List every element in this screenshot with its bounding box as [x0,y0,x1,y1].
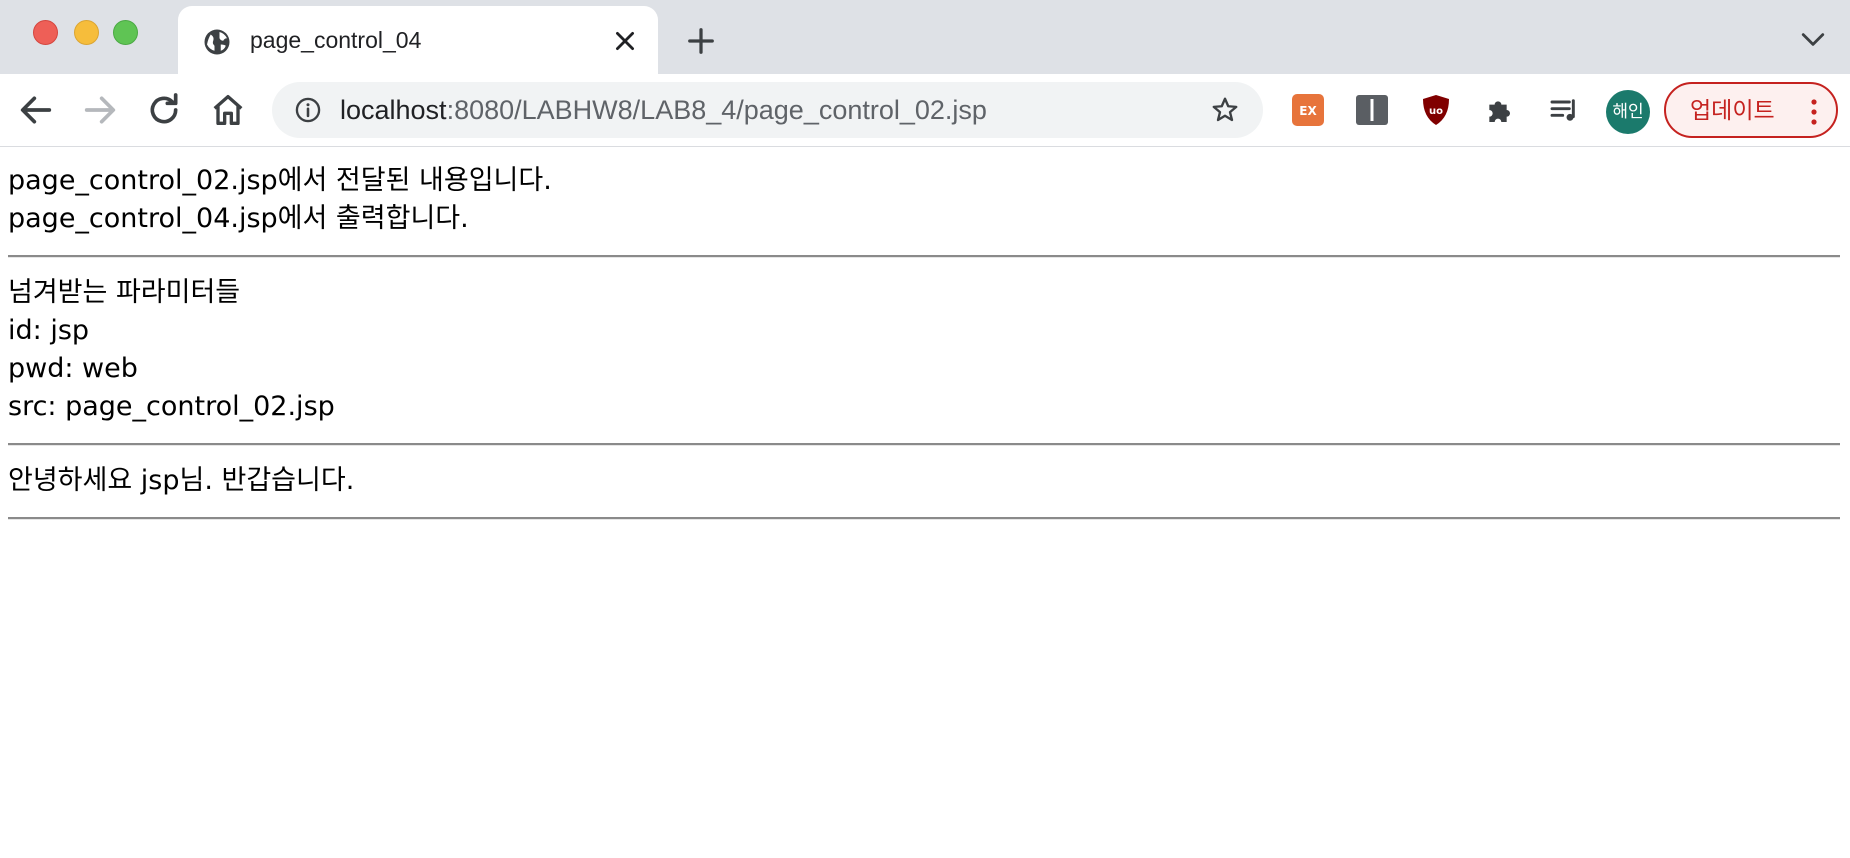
forward-arrow-icon[interactable] [80,90,120,130]
greeting-text: 안녕하세요 jsp님. 반갑습니다. [8,465,355,496]
svg-text:uo: uo [1429,106,1443,117]
close-tab-icon[interactable] [612,28,638,54]
more-vertical-icon[interactable] [1806,98,1822,126]
ublock-shield-icon[interactable]: uo [1420,94,1452,126]
address-bar[interactable]: localhost:8080/LABHW8/LAB8_4/page_contro… [272,82,1263,138]
divider [8,255,1840,258]
param-pwd: pwd: web [8,353,138,384]
url-text[interactable]: localhost:8080/LABHW8/LAB8_4/page_contro… [340,92,987,128]
back-arrow-icon[interactable] [16,90,56,130]
intro-line-1: page_control_02.jsp에서 전달된 내용입니다. [8,165,552,196]
chevron-down-icon[interactable] [1800,30,1826,50]
home-icon[interactable] [208,90,248,130]
close-window-button[interactable] [33,20,58,45]
minimize-window-button[interactable] [74,20,99,45]
puzzle-extensions-icon[interactable] [1484,94,1516,126]
url-path: :8080/LABHW8/LAB8_4/page_control_02.jsp [446,95,987,125]
globe-icon [204,29,230,55]
intro-line-2: page_control_04.jsp에서 출력합니다. [8,203,469,234]
bookmark-star-icon[interactable] [1210,95,1240,125]
params-block: 넘겨받는 파라미터들 id: jsp pwd: web src: page_co… [8,274,1840,426]
divider [8,443,1840,446]
info-icon[interactable] [294,96,322,124]
url-host: localhost [340,95,447,125]
page-content: page_control_02.jsp에서 전달된 내용입니다. page_co… [8,147,1840,536]
tab-strip: page_control_04 [0,0,1850,74]
browser-tab-active[interactable]: page_control_04 [178,6,658,74]
zoom-window-button[interactable] [113,20,138,45]
tab-title: page_control_04 [250,27,422,53]
svg-text:EX: EX [1299,104,1317,118]
divider [8,517,1840,520]
intro-block: page_control_02.jsp에서 전달된 내용입니다. page_co… [8,147,1840,238]
profile-avatar[interactable]: 해인 [1606,90,1650,134]
new-tab-icon[interactable] [686,26,716,56]
update-label: 업데이트 [1690,98,1775,124]
update-button[interactable]: 업데이트 [1664,82,1838,138]
reload-icon[interactable] [144,90,184,130]
ex-extension-icon[interactable]: EX [1292,94,1324,126]
media-queue-icon[interactable] [1548,94,1580,126]
param-src: src: page_control_02.jsp [8,391,335,422]
params-heading: 넘겨받는 파라미터들 [8,277,241,308]
param-id: id: jsp [8,315,90,346]
book-extension-icon[interactable] [1356,94,1388,126]
browser-toolbar: localhost:8080/LABHW8/LAB8_4/page_contro… [0,74,1850,147]
